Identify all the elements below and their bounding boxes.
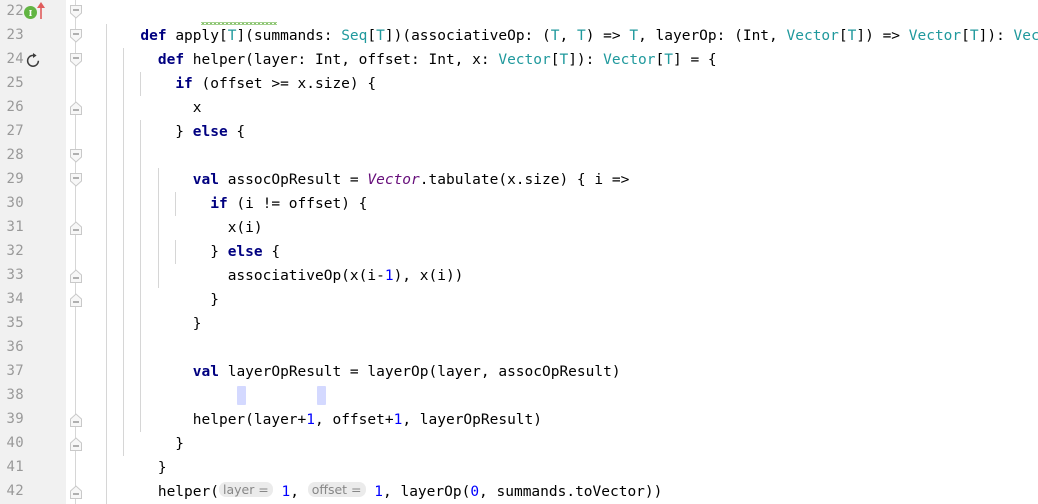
code-line-28[interactable]: val assocOpResult = Vector.tabulate(x.si…	[88, 144, 630, 188]
fold-marker-collapse[interactable]	[68, 52, 84, 68]
code-line-23[interactable]: def helper(layer: Int, offset: Int, x: V…	[88, 24, 717, 68]
run-test-icon-glyph: I	[28, 7, 33, 18]
line-number: 28	[6, 147, 24, 163]
code-content[interactable]: def apply[T](summands: Seq[T])(associati…	[88, 0, 1038, 504]
line-number: 31	[6, 219, 24, 235]
line-number: 42	[6, 483, 24, 499]
code-editor[interactable]: 22 I 23 24 25 26 27 28 29 30 31 32 33 34…	[0, 0, 1038, 504]
line-number: 26	[6, 99, 24, 115]
line-number: 22	[6, 3, 24, 19]
numeric-literal: 1	[393, 412, 403, 428]
line-number: 35	[6, 315, 24, 331]
line-number: 34	[6, 291, 24, 307]
code-folding-strip[interactable]	[66, 0, 88, 504]
override-up-arrow-icon[interactable]	[36, 2, 46, 20]
fold-marker-end[interactable]	[68, 100, 84, 116]
line-number: 29	[6, 171, 24, 187]
code-line-39[interactable]: }	[88, 408, 184, 452]
line-number: 23	[6, 27, 24, 43]
line-number: 38	[6, 387, 24, 403]
fold-marker-end[interactable]	[68, 484, 84, 500]
code-line-37[interactable]	[88, 360, 97, 384]
code-line-33[interactable]: }	[88, 264, 219, 308]
numeric-literal: 1	[374, 484, 383, 500]
code-line-32[interactable]: associativeOp(x(i-1), x(i))	[88, 240, 464, 284]
line-number: 30	[6, 195, 24, 211]
code-line-35[interactable]	[88, 312, 97, 336]
inlay-hint-offset[interactable]: offset =	[307, 482, 366, 497]
code-line-29[interactable]: if (i != offset) {	[88, 168, 367, 212]
numeric-literal: 1	[384, 268, 394, 284]
fold-marker-collapse[interactable]	[68, 4, 84, 20]
code-line-31[interactable]: } else {	[88, 216, 280, 260]
type-vector: Vector	[786, 28, 839, 44]
object-vector: Vector	[367, 172, 420, 188]
code-line-34[interactable]: }	[88, 288, 202, 332]
code-line-40[interactable]: }	[88, 432, 167, 476]
code-line-25[interactable]: x	[88, 72, 202, 116]
numeric-literal: 1	[281, 484, 291, 500]
code-line-30[interactable]: x(i)	[88, 192, 263, 236]
fold-marker-collapse[interactable]	[68, 28, 84, 44]
editor-gutter[interactable]: 22 I 23 24 25 26 27 28 29 30 31 32 33 34…	[0, 0, 66, 504]
numeric-literal: 0	[470, 484, 480, 500]
fold-marker-end[interactable]	[68, 412, 84, 428]
code-line-27[interactable]	[88, 120, 97, 144]
code-line-36[interactable]: val layerOpResult = layerOp(layer, assoc…	[88, 336, 621, 380]
line-number: 40	[6, 435, 24, 451]
fold-marker-end[interactable]	[68, 436, 84, 452]
line-number: 32	[6, 243, 24, 259]
numeric-literal: 1	[306, 412, 315, 428]
line-number: 33	[6, 267, 24, 283]
code-line-38[interactable]: helper(layer+1, offset+1, layerOpResult)	[88, 384, 542, 428]
line-number: 25	[6, 75, 24, 91]
inlay-hint-layer[interactable]: layer =	[218, 482, 273, 497]
code-line-42[interactable]: }	[88, 480, 149, 504]
fold-rail	[75, 0, 76, 504]
code-line-41[interactable]: helper(layer = 1, offset = 1, layerOp(0,…	[88, 456, 662, 500]
fold-marker-end[interactable]	[68, 220, 84, 236]
line-number: 27	[6, 123, 24, 139]
code-line-24[interactable]: if (offset >= x.size) {	[88, 48, 376, 92]
fold-marker-end[interactable]	[68, 292, 84, 308]
fold-marker-collapse[interactable]	[68, 172, 84, 188]
line-number: 41	[6, 459, 24, 475]
fold-marker-collapse[interactable]	[68, 148, 84, 164]
line-number: 36	[6, 339, 24, 355]
keyword-val: val	[192, 364, 219, 380]
code-line-22[interactable]: def apply[T](summands: Seq[T])(associati…	[88, 0, 1038, 44]
fold-marker-end[interactable]	[68, 268, 84, 284]
line-number: 24	[6, 51, 24, 67]
keyword-else: else	[192, 124, 228, 140]
line-number: 39	[6, 411, 24, 427]
line-number: 37	[6, 363, 24, 379]
code-line-26[interactable]: } else {	[88, 96, 245, 140]
